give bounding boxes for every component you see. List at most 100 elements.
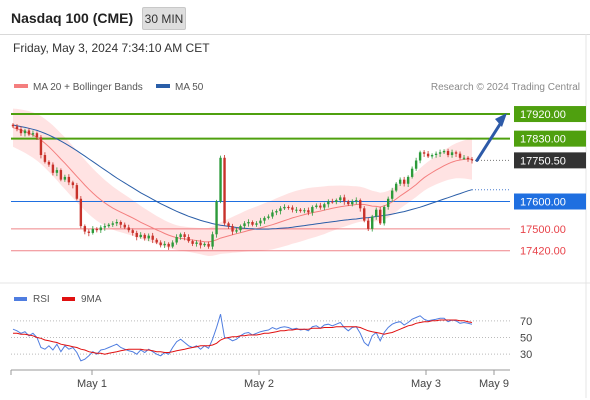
candle-body <box>315 205 318 207</box>
candle-body <box>367 220 370 229</box>
candle-body <box>11 124 15 127</box>
candle-body <box>63 176 67 180</box>
candle-body <box>311 206 314 213</box>
candle-body <box>347 201 350 205</box>
level-tag-5: 17420.00 <box>520 246 566 258</box>
candle-body <box>83 226 87 232</box>
candle-body <box>183 234 186 238</box>
candle-body <box>227 223 230 227</box>
candle-body <box>303 210 306 212</box>
candle-body <box>203 243 206 246</box>
candle-body <box>239 226 242 231</box>
level-tag-4: 17500.00 <box>520 224 566 236</box>
price-chart: MA 20 + Bollinger Bands MA 50 Research ©… <box>0 34 590 398</box>
candle-body <box>59 170 63 180</box>
candle-body <box>414 160 418 169</box>
candle-body <box>99 227 103 231</box>
candle-body <box>259 220 262 224</box>
candle-body <box>418 152 422 161</box>
candle-body <box>267 216 270 218</box>
level-tag-0: 17920.00 <box>520 109 566 121</box>
candle-body <box>131 230 134 233</box>
candle-body <box>307 210 310 213</box>
candle-body <box>19 129 23 134</box>
candle-body <box>23 130 27 134</box>
candle-body <box>462 157 466 159</box>
candle-body <box>135 232 138 238</box>
candle-body <box>187 237 190 242</box>
target-arrow <box>475 113 507 162</box>
candle-body <box>207 243 210 247</box>
candle-body <box>406 176 410 184</box>
rsi-legend-swatch <box>14 297 27 301</box>
candle-body <box>175 237 178 243</box>
candle-body <box>355 200 358 202</box>
rsi-panel: 70 50 30 <box>11 314 532 362</box>
candle-body <box>115 221 118 224</box>
ma20-legend-swatch <box>14 84 28 88</box>
candle-body <box>43 155 47 162</box>
candle-body <box>430 155 434 157</box>
level-tag-3: 17600.00 <box>520 197 566 209</box>
candle-body <box>27 130 31 135</box>
candle-body <box>95 228 99 231</box>
candle-body <box>410 168 414 177</box>
candle-body <box>75 185 79 199</box>
candle-body <box>195 242 198 244</box>
candle-body <box>211 234 214 247</box>
candle-body <box>327 201 330 205</box>
candle-body <box>339 197 342 201</box>
candle-body <box>139 234 142 238</box>
target-arrow-head <box>495 113 507 128</box>
rsi-tick-label: 30 <box>520 349 532 361</box>
candle-body <box>442 150 446 153</box>
rsi-ma-legend-label: 9MA <box>81 294 102 305</box>
candle-body <box>263 217 266 221</box>
rsi-tick-label: 70 <box>520 316 532 328</box>
watermark: Research © 2024 Trading Central <box>431 82 580 93</box>
candle-body <box>363 208 366 221</box>
candle-body <box>422 152 426 154</box>
candle-body <box>179 234 182 238</box>
candle-body <box>382 206 386 224</box>
candle-body <box>219 157 222 202</box>
candle-body <box>386 198 390 207</box>
candle-body <box>107 224 110 227</box>
ma20-legend-label: MA 20 + Bollinger Bands <box>33 82 143 93</box>
candle-body <box>147 235 150 239</box>
candle-body <box>398 179 402 184</box>
candle-body <box>299 209 302 212</box>
candle-body <box>67 176 71 183</box>
candle-body <box>295 209 298 211</box>
x-tick-label: May 9 <box>479 378 509 390</box>
candle-body <box>454 152 458 154</box>
candle-body <box>390 190 394 199</box>
candle-body <box>323 204 326 208</box>
candle-body <box>103 226 106 228</box>
candle-body <box>438 152 442 154</box>
level-tags: 17920.00 17830.00 17750.50 17600.00 17500.00… <box>514 106 586 258</box>
candle-body <box>251 221 254 225</box>
candle-body <box>15 126 19 130</box>
candle-body <box>123 224 126 228</box>
candle-body <box>335 200 338 203</box>
candle-body <box>199 242 202 246</box>
candle-body <box>351 201 354 205</box>
candle-body <box>35 133 39 138</box>
candle-body <box>51 164 55 173</box>
candle-body <box>343 197 346 202</box>
candle-body <box>470 159 474 161</box>
x-axis-labels: May 1 May 2 May 3 May 9 <box>10 370 509 390</box>
candle-body <box>127 227 130 231</box>
candle-body <box>291 207 294 210</box>
rsi-legend-label: RSI <box>33 294 50 305</box>
candle-body <box>283 206 286 209</box>
candle-body <box>450 152 454 156</box>
ma50-legend-label: MA 50 <box>175 82 204 93</box>
chart-widget: Nasdaq 100 (CME) 30 MIN Friday, May 3, 2… <box>0 0 590 400</box>
ma50-legend-swatch <box>156 84 170 88</box>
candle-body <box>47 161 51 165</box>
candle-body <box>191 241 194 244</box>
rsi-tick-label: 50 <box>520 333 532 345</box>
candle-body <box>243 223 246 227</box>
